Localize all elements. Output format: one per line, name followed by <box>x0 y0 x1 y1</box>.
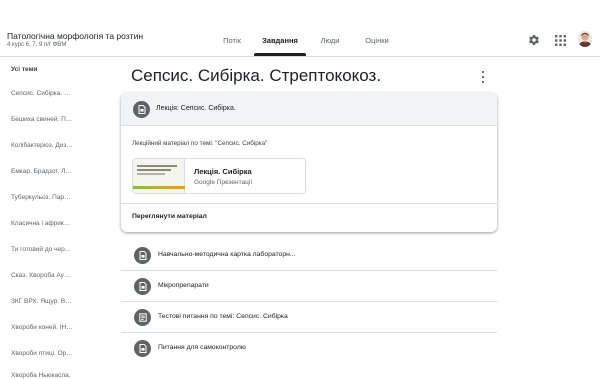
card-description: Лекційний матеріал по темі: "Сепсис. Сиб… <box>132 140 268 147</box>
card-header[interactable]: Лекція: Сепсис. Сибірка. <box>121 93 497 126</box>
sidebar-topic-item[interactable]: Класична і африканська чума свиней. <box>11 220 73 227</box>
list-item-label: Навчально-методична картка лабораторн... <box>158 251 296 258</box>
material-icon <box>134 340 151 357</box>
sidebar-topic-item[interactable]: Колібактеріоз. Дизентерія свиней. <box>11 142 73 149</box>
sidebar-topic-item[interactable]: Бешиха свиней. Пастерельоз. <box>11 116 73 123</box>
tab-stream[interactable]: Потік <box>223 36 241 45</box>
view-material-button[interactable]: Переглянути матеріал <box>132 213 207 220</box>
list-item-label: Питання для самоконтролю <box>158 344 246 351</box>
tab-bar: Потік Завдання Люди Оцінки <box>0 0 600 57</box>
assignment-icon <box>134 309 151 326</box>
sidebar-topic-item[interactable]: Сепсис. Сибірка. Стрептококоз. <box>11 90 73 97</box>
sidebar-topic-item[interactable]: Хвороби птиці. Орнітоз. <box>11 350 73 357</box>
list-item-label: Тестові питання по темі: Сепсис. Сибірка <box>158 313 288 320</box>
avatar[interactable] <box>578 31 592 47</box>
slides-thumbnail <box>133 159 185 193</box>
sidebar-topic-item[interactable]: Емкар. Брадзот. Лептоспіроз. <box>11 168 73 175</box>
more-options-icon[interactable] <box>479 70 487 84</box>
list-item[interactable]: Тестові питання по темі: Сепсис. Сибірка <box>121 302 497 333</box>
divider <box>121 203 497 204</box>
list-item[interactable]: Навчально-методична картка лабораторн... <box>121 240 497 271</box>
list-item[interactable]: Питання для самоконтролю <box>121 333 497 364</box>
attachment-title: Лекція. Сибірка <box>194 167 252 176</box>
attachment-chip[interactable]: Лекція. Сибірка Google Презентації <box>132 158 306 194</box>
list-item-label: Мікропрепарати <box>158 282 209 289</box>
attachment-type: Google Презентації <box>194 179 253 186</box>
sidebar-topic-item[interactable]: ЗКГ ВРХ. Ящур. Віспа. <box>11 298 73 305</box>
tab-people[interactable]: Люди <box>321 36 340 45</box>
apps-grid-icon[interactable] <box>552 32 568 48</box>
sidebar-topic-item[interactable]: Хвороби коней. ІНАН. <box>11 324 73 331</box>
sidebar-all-topics[interactable]: Усі теми <box>11 66 101 73</box>
topic-title: Сепсис. Сибірка. Стрептококоз. <box>131 66 382 85</box>
active-tab-indicator <box>254 53 306 56</box>
topics-sidebar: Усі теми Сепсис. Сибірка. Стрептококоз. … <box>0 58 112 379</box>
tab-grades[interactable]: Оцінки <box>365 36 388 45</box>
top-app-bar: Патологічна морфологія та розтин 4 курс … <box>0 0 600 57</box>
sidebar-topic-item[interactable]: Туберкульоз. Паратуберкульоз. <box>11 194 73 201</box>
expanded-material-card: Лекція: Сепсис. Сибірка. Лекційний матер… <box>121 93 497 232</box>
gear-icon[interactable] <box>526 32 542 48</box>
material-icon <box>134 247 151 264</box>
material-icon <box>133 101 150 118</box>
card-title: Лекція: Сепсис. Сибірка. <box>156 105 236 112</box>
sidebar-topic-item[interactable]: Сказ. Хвороба Ауєскі. <box>11 272 73 279</box>
sidebar-topic-item[interactable]: Хвороба Ньюкасла. <box>11 372 75 379</box>
tab-classwork[interactable]: Завдання <box>262 36 298 45</box>
sidebar-topic-item[interactable]: Ти готовий до чергового заняття? <box>11 246 73 253</box>
material-icon <box>134 278 151 295</box>
list-item[interactable]: Мікропрепарати <box>121 271 497 302</box>
